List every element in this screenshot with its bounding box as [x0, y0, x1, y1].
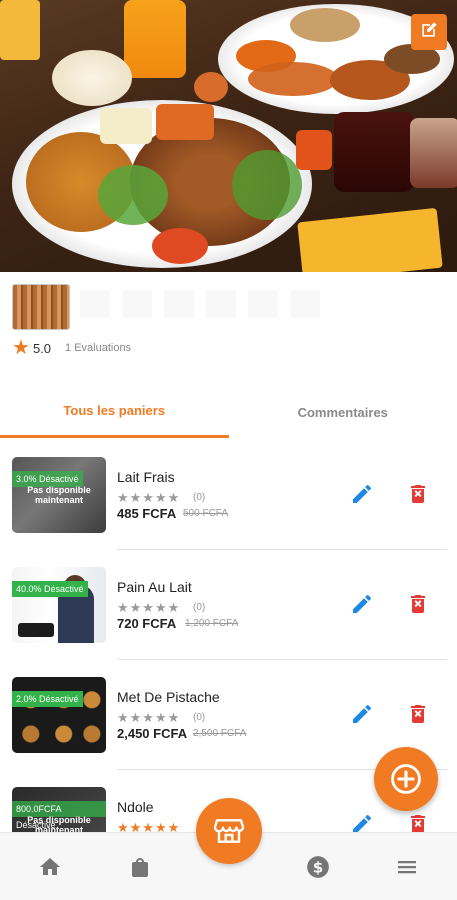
product-item[interactable]: 3.0% Désactivé Pas disponible maintenant…	[0, 440, 457, 550]
nav-menu[interactable]	[393, 853, 421, 881]
unavailable-overlay: Pas disponible maintenant	[27, 815, 91, 832]
nav-orders[interactable]	[126, 853, 154, 881]
product-stars: ★★★★★	[117, 600, 181, 615]
product-price: 720 FCFA	[117, 616, 177, 631]
delete-product-button[interactable]	[406, 592, 430, 616]
product-old-price: 2,500 FCFA	[193, 728, 247, 739]
product-image: 40.0% Désactivé	[12, 567, 106, 643]
product-image: 3.0% Désactivé Pas disponible maintenant	[12, 457, 106, 533]
trash-icon	[411, 595, 425, 613]
product-stars: ★★★★★	[117, 490, 181, 505]
store-rating-count: 1 Evaluations	[65, 342, 132, 354]
store-rating-value: 5.0	[32, 340, 52, 356]
product-price: 2,450 FCFA	[117, 726, 188, 741]
pencil-icon	[353, 594, 371, 613]
product-rating-count: (0)	[193, 712, 206, 723]
trash-icon	[411, 485, 425, 503]
pencil-icon	[353, 704, 371, 723]
product-rating-count: (0)	[193, 602, 206, 613]
product-image: 800.0FCFA Désactivé Pas disponible maint…	[12, 787, 106, 832]
discount-badge: 40.0% Désactivé	[12, 581, 88, 597]
tab-all-baskets[interactable]: Tous les paniers	[0, 386, 229, 438]
store-logo	[12, 284, 70, 330]
tab-bar: Tous les paniers Commentaires	[0, 386, 457, 438]
hero-banner-image	[0, 0, 457, 272]
product-name: Lait Frais	[117, 469, 175, 485]
product-name: Ndole	[117, 799, 154, 815]
store-icon	[213, 819, 245, 843]
nav-finance[interactable]: $	[304, 853, 332, 881]
delete-product-button[interactable]	[406, 812, 430, 832]
product-old-price: 500 FCFA	[183, 508, 229, 519]
pencil-icon	[353, 814, 371, 832]
edit-product-button[interactable]	[350, 482, 374, 506]
pencil-icon	[353, 484, 371, 503]
product-stars: ★★★★★	[117, 710, 181, 725]
product-name: Pain Au Lait	[117, 579, 192, 595]
trash-icon	[411, 705, 425, 723]
edit-store-button[interactable]	[411, 14, 447, 50]
edit-product-button[interactable]	[350, 702, 374, 726]
product-stars: ★★★★★	[117, 820, 181, 832]
svg-text:$: $	[313, 858, 324, 876]
store-info: ★ 5.0 1 Evaluations	[0, 272, 457, 372]
delete-product-button[interactable]	[406, 482, 430, 506]
tab-comments[interactable]: Commentaires	[229, 386, 457, 438]
unavailable-overlay: Pas disponible maintenant	[27, 485, 91, 505]
product-old-price: 1,200 FCFA	[185, 618, 239, 629]
product-image: 2.0% Désactivé	[12, 677, 106, 753]
product-price: 485 FCFA	[117, 506, 177, 521]
star-icon: ★	[12, 337, 30, 359]
product-name: Met De Pistache	[117, 689, 220, 705]
product-item[interactable]: 40.0% Désactivé Pain Au Lait ★★★★★ (0) 7…	[0, 550, 457, 660]
nav-home[interactable]	[36, 853, 64, 881]
plus-circle-icon	[391, 764, 421, 794]
home-icon	[40, 858, 60, 875]
shopping-bag-icon	[132, 858, 148, 877]
trash-icon	[411, 815, 425, 832]
store-name-blurred	[80, 290, 320, 318]
product-rating-count: (0)	[193, 492, 206, 503]
discount-badge: 2.0% Désactivé	[12, 691, 83, 707]
edit-product-button[interactable]	[350, 812, 374, 832]
edit-square-icon	[419, 20, 439, 45]
store-button[interactable]	[196, 798, 262, 864]
edit-product-button[interactable]	[350, 592, 374, 616]
add-product-button[interactable]	[374, 747, 438, 811]
store-rating: ★ 5.0 1 Evaluations	[12, 338, 131, 358]
dollar-icon: $	[307, 856, 329, 878]
delete-product-button[interactable]	[406, 702, 430, 726]
menu-icon	[398, 861, 416, 874]
